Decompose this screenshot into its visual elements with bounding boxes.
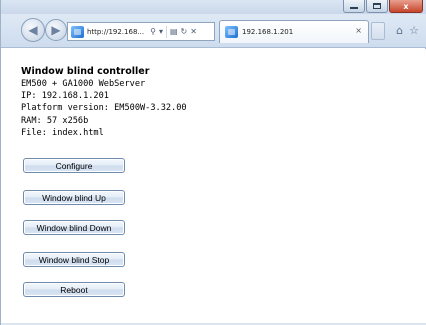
dropdown-icon[interactable]: ▾ bbox=[159, 27, 163, 36]
info-file: File: index.html bbox=[21, 127, 104, 138]
info-ip: IP: 192.168.1.201 bbox=[21, 91, 109, 102]
compatibility-icon[interactable]: ▤ bbox=[170, 27, 178, 36]
tab-close-icon[interactable]: × bbox=[355, 26, 362, 35]
window-blind-down-button[interactable]: Window blind Down bbox=[23, 220, 125, 235]
minimize-button[interactable] bbox=[343, 0, 365, 13]
close-icon: x bbox=[403, 1, 409, 11]
tab-favicon-icon bbox=[225, 26, 238, 38]
address-url[interactable]: http://192.168... bbox=[87, 28, 144, 36]
info-platform-version: Platform version: EM500W-3.32.00 bbox=[21, 103, 187, 114]
browser-window: x ◀ ▶ http://192.168... ⚲ ▾ ▤ ↻ ✕ 192.16… bbox=[0, 0, 426, 325]
back-arrow-icon: ◀ bbox=[28, 23, 38, 37]
tab-active[interactable]: 192.168.1.201 × bbox=[219, 20, 369, 43]
page-favicon-icon bbox=[71, 25, 84, 38]
minimize-icon bbox=[350, 7, 358, 9]
new-tab-button[interactable] bbox=[371, 22, 385, 40]
page-title: Window blind controller bbox=[21, 66, 150, 77]
maximize-button[interactable] bbox=[366, 0, 388, 13]
window-blind-up-button[interactable]: Window blind Up bbox=[23, 190, 125, 205]
refresh-icon[interactable]: ↻ bbox=[181, 27, 188, 36]
navigation-bar: ◀ ▶ http://192.168... ⚲ ▾ ▤ ↻ ✕ 192.168.… bbox=[1, 14, 426, 48]
back-button[interactable]: ◀ bbox=[21, 18, 45, 42]
forward-button[interactable]: ▶ bbox=[45, 19, 67, 41]
tab-title: 192.168.1.201 bbox=[242, 28, 294, 36]
stop-icon[interactable]: ✕ bbox=[190, 27, 197, 36]
title-bar: x bbox=[1, 0, 426, 14]
address-bar-actions: ⚲ ▾ ▤ ↻ ✕ bbox=[150, 25, 197, 38]
address-separator bbox=[165, 25, 167, 38]
info-ram: RAM: 57 x256b bbox=[21, 115, 89, 126]
forward-arrow-icon: ▶ bbox=[51, 23, 61, 37]
home-icon[interactable]: ⌂ bbox=[396, 24, 403, 37]
window-blind-stop-button[interactable]: Window blind Stop bbox=[23, 252, 125, 267]
maximize-icon bbox=[373, 3, 381, 9]
reboot-button[interactable]: Reboot bbox=[23, 282, 125, 297]
window-controls: x bbox=[343, 0, 423, 13]
info-server: EM500 + GA1000 WebServer bbox=[21, 79, 146, 89]
configure-button[interactable]: Configure bbox=[23, 158, 125, 173]
toolbar-icons: ⌂ ☆ bbox=[396, 24, 419, 37]
favorites-star-icon[interactable]: ☆ bbox=[409, 24, 419, 37]
address-bar[interactable]: http://192.168... ⚲ ▾ ▤ ↻ ✕ bbox=[67, 22, 215, 41]
search-icon[interactable]: ⚲ bbox=[150, 27, 156, 36]
close-button[interactable]: x bbox=[389, 0, 423, 13]
